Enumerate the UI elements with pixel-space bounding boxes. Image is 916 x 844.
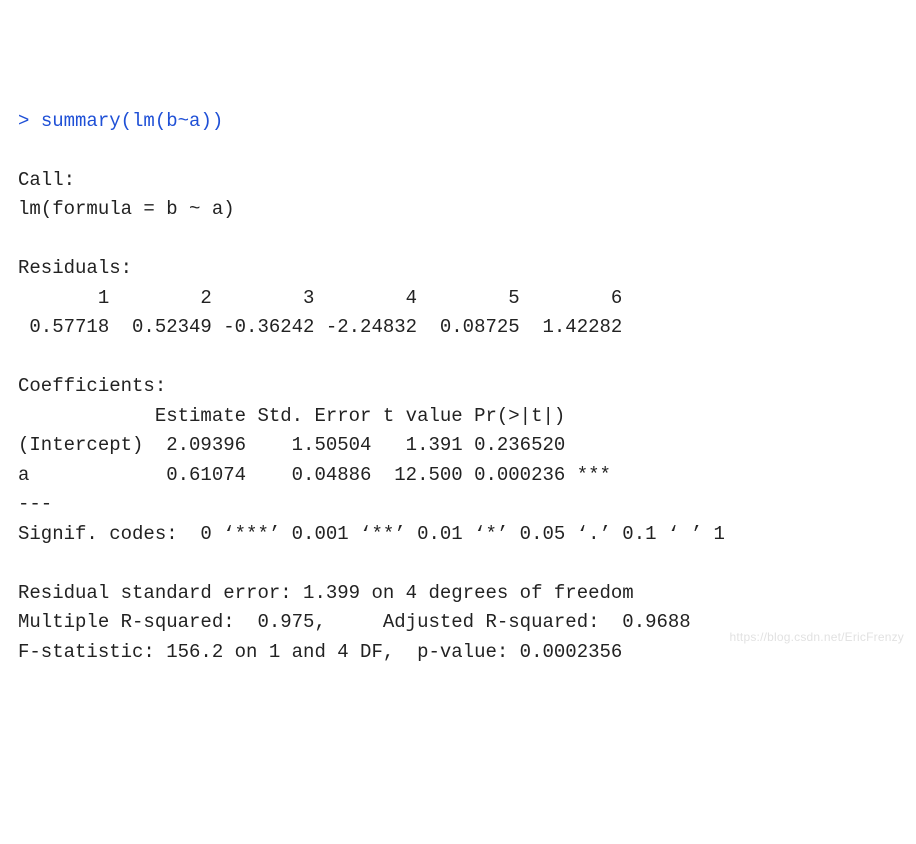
r-command: summary(lm(b~a))	[41, 110, 223, 132]
coefficients-intercept-row: (Intercept) 2.09396 1.50504 1.391 0.2365…	[18, 434, 611, 456]
residuals-header: Residuals:	[18, 257, 132, 279]
residual-standard-error: Residual standard error: 1.399 on 4 degr…	[18, 582, 634, 604]
call-formula: lm(formula = b ~ a)	[18, 198, 235, 220]
watermark-text: https://blog.csdn.net/EricFrenzy	[730, 623, 904, 653]
r-console-output: > summary(lm(b~a)) Call: lm(formula = b …	[18, 107, 908, 668]
f-statistic-line: F-statistic: 156.2 on 1 and 4 DF, p-valu…	[18, 641, 622, 663]
residuals-values-row: 0.57718 0.52349 -0.36242 -2.24832 0.0872…	[18, 316, 634, 338]
coefficients-dashes: ---	[18, 493, 52, 515]
call-header: Call:	[18, 169, 75, 191]
r-squared-line: Multiple R-squared: 0.975, Adjusted R-sq…	[18, 611, 702, 633]
coefficients-header: Coefficients:	[18, 375, 166, 397]
residuals-index-row: 1 2 3 4 5 6	[18, 287, 634, 309]
signif-codes: Signif. codes: 0 ‘***’ 0.001 ‘**’ 0.01 ‘…	[18, 523, 725, 545]
console-prompt: >	[18, 110, 41, 132]
coefficients-columns: Estimate Std. Error t value Pr(>|t|)	[18, 405, 611, 427]
coefficients-a-row: a 0.61074 0.04886 12.500 0.000236 ***	[18, 464, 611, 486]
